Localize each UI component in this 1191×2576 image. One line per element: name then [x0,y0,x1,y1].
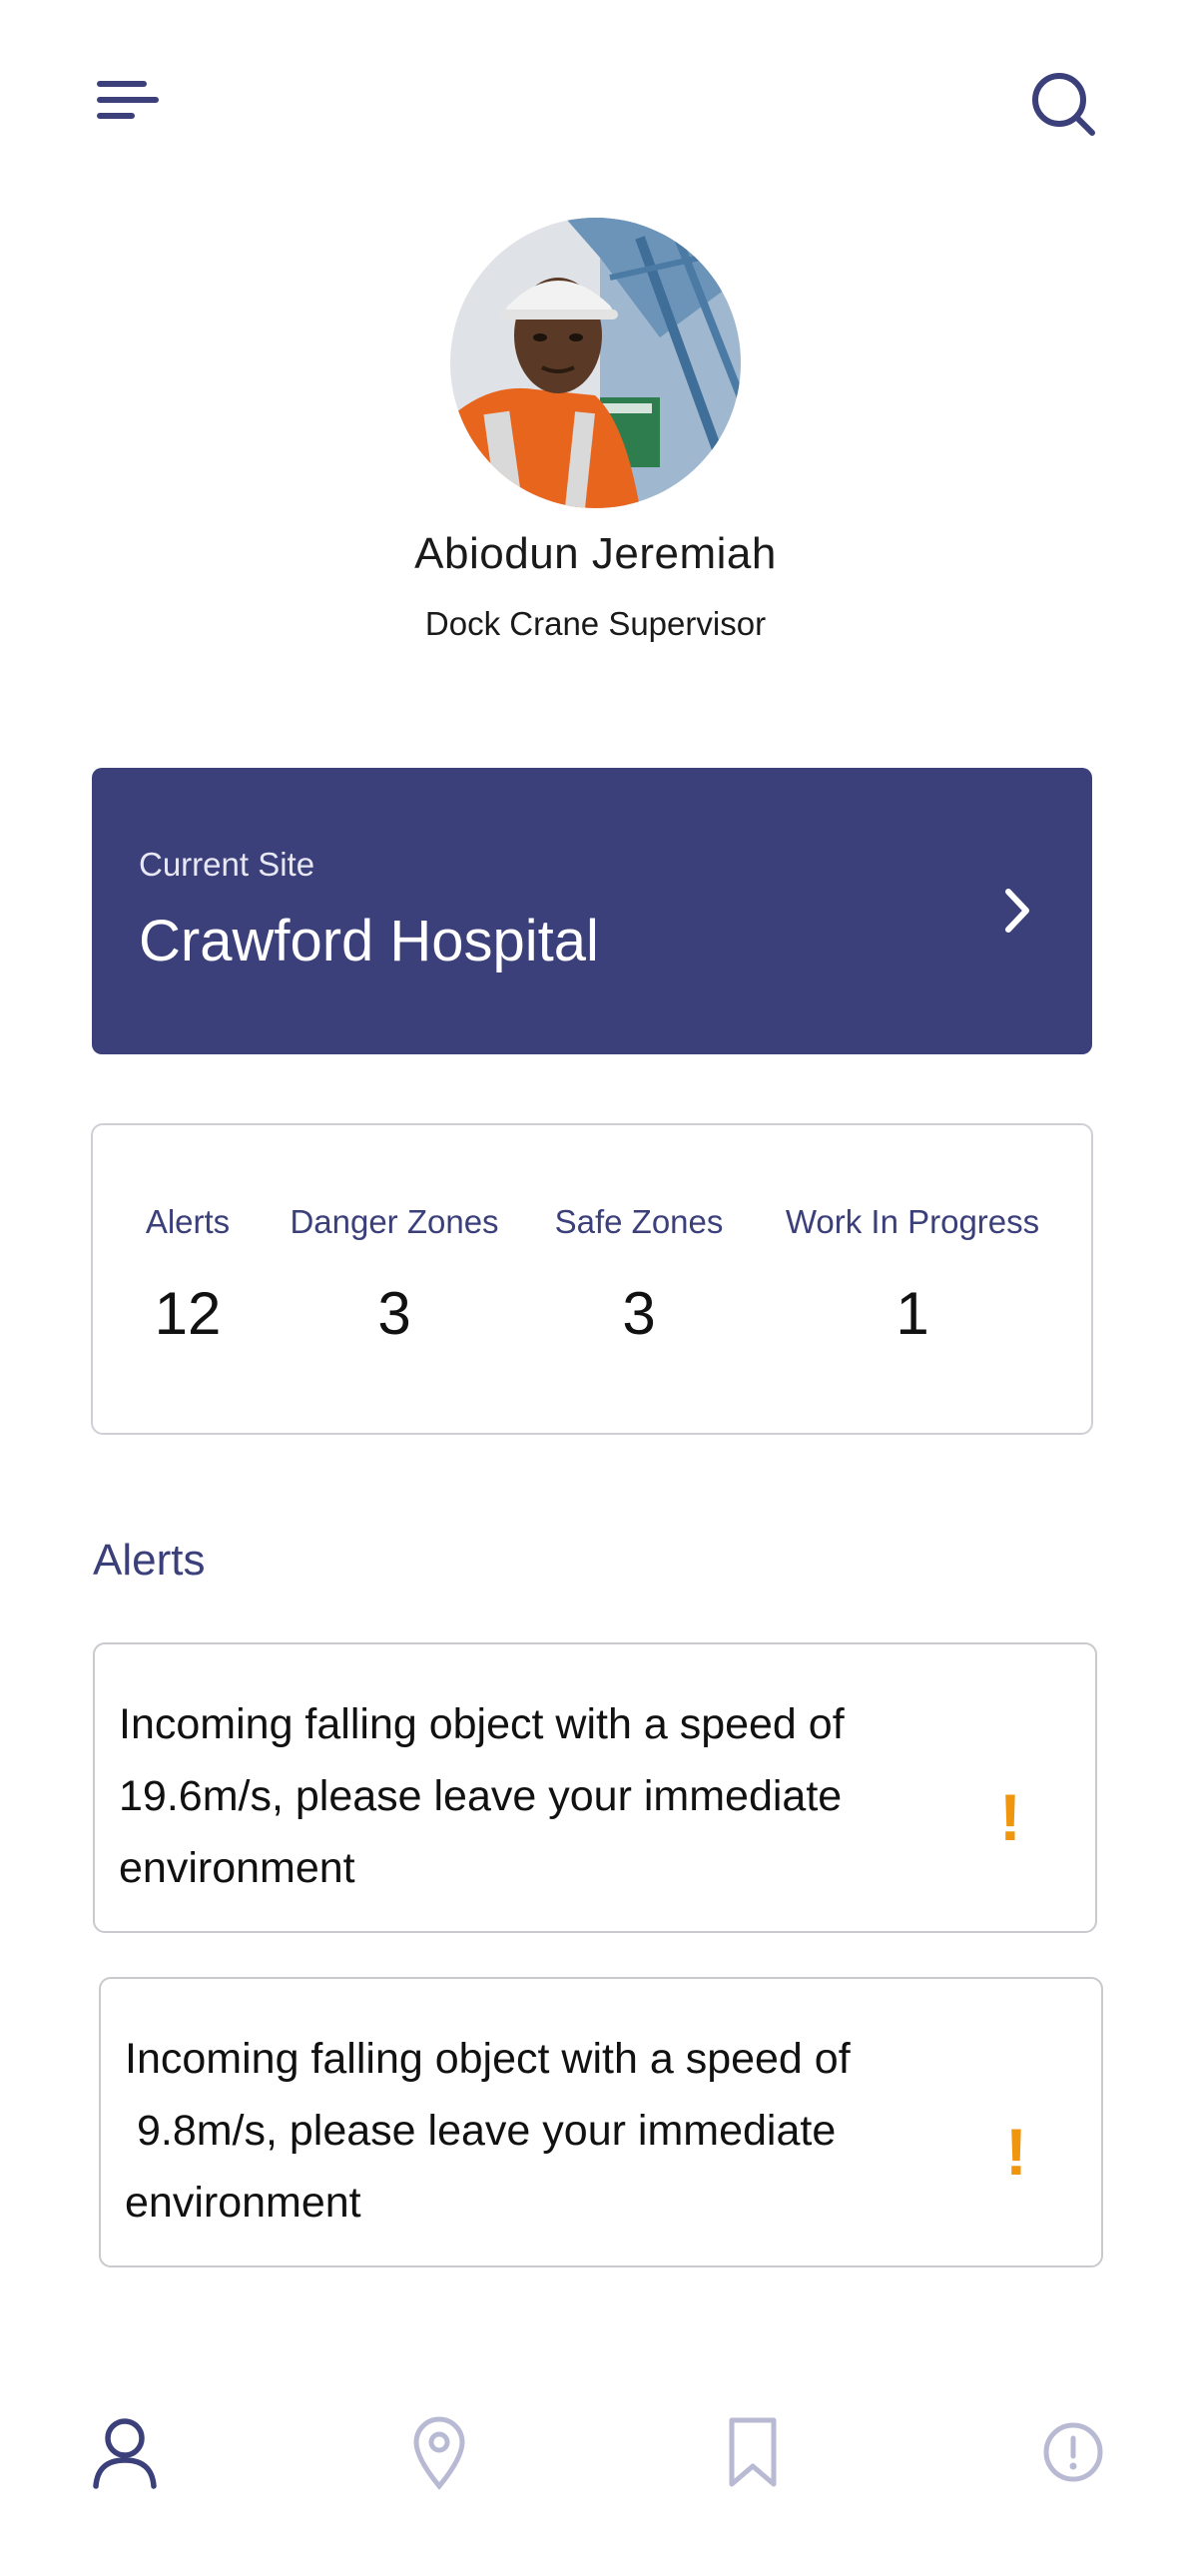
user-role: Dock Crane Supervisor [424,605,767,642]
alerts-heading: Alerts [93,1536,206,1585]
hamburger-menu-icon[interactable] [90,72,166,132]
alert-card[interactable]: Incoming falling object with a speed of … [99,1977,1103,2267]
nav-bookmark-icon[interactable] [718,2414,788,2490]
alert-message: Incoming falling object with a speed of … [125,2035,851,2227]
stat-label: Safe Zones [554,1203,724,1240]
nav-profile-person-icon[interactable] [90,2414,160,2490]
stat-work-in-progress[interactable]: Work In Progress 1 [780,1203,1045,1348]
stat-danger-zones[interactable]: Danger Zones 3 [287,1203,502,1348]
chevron-right-icon [992,886,1042,936]
alert-message: Incoming falling object with a speed of … [119,1700,857,1892]
stat-value: 3 [377,1280,411,1347]
current-site-name: Crawford Hospital [139,909,599,973]
nav-alert-circle-icon[interactable] [1038,2414,1108,2490]
bottom-nav [0,2396,1191,2506]
stat-value: 3 [622,1280,656,1347]
nav-location-pin-icon[interactable] [404,2414,474,2490]
stat-value: 1 [895,1280,929,1347]
profile-screen: Abiodun Jeremiah Dock Crane Supervisor C… [0,0,1191,2576]
warning-exclamation-icon: ! [1005,2115,1027,2189]
site-stats-card: Alerts 12 Danger Zones 3 Safe Zones 3 Wo… [91,1123,1093,1435]
search-icon[interactable] [1026,66,1102,142]
user-name: Abiodun Jeremiah [414,529,777,578]
avatar[interactable] [450,218,741,508]
current-site-card[interactable]: Current Site Crawford Hospital [92,768,1092,1054]
stat-label: Work In Progress [785,1203,1040,1240]
alert-card[interactable]: Incoming falling object with a speed of … [93,1642,1097,1933]
stat-value: 12 [154,1280,222,1347]
warning-exclamation-icon: ! [999,1780,1021,1854]
stat-alerts[interactable]: Alerts 12 [141,1203,235,1348]
stat-label: Danger Zones [290,1203,499,1240]
stat-safe-zones[interactable]: Safe Zones 3 [552,1203,726,1348]
stat-label: Alerts [145,1203,231,1240]
current-site-label: Current Site [139,846,315,883]
